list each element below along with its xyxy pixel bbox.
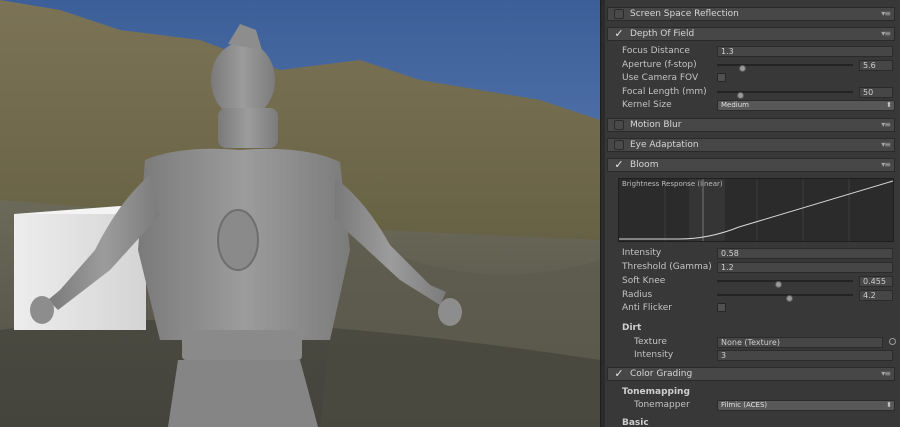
kernel-size-dropdown[interactable]: Medium ⬍ xyxy=(717,99,895,111)
focal-length-slider-handle[interactable] xyxy=(737,92,745,99)
soft-knee-slider-handle[interactable] xyxy=(774,281,782,288)
soft-knee-label: Soft Knee xyxy=(622,276,666,286)
aperture-label: Aperture (f-stop) xyxy=(622,60,697,70)
row-anti-flicker: Anti Flicker xyxy=(607,302,895,314)
section-title: Color Grading xyxy=(630,369,693,379)
tonemapper-label: Tonemapper xyxy=(634,400,690,410)
dirt-heading: Dirt xyxy=(622,323,642,333)
threshold-label: Threshold (Gamma) xyxy=(622,262,712,272)
toggle-eye-adaptation[interactable] xyxy=(614,140,624,150)
row-threshold: Threshold (Gamma) 1.2 xyxy=(607,261,895,273)
section-title: Screen Space Reflection xyxy=(630,9,739,19)
row-tonemapping-heading: Tonemapping xyxy=(607,386,895,398)
bloom-intensity-label: Intensity xyxy=(622,248,662,258)
curve-title: Brightness Response (linear) xyxy=(622,180,723,188)
object-picker-icon[interactable] xyxy=(889,338,896,345)
brightness-response-curve: Brightness Response (linear) xyxy=(618,178,894,242)
soft-knee-slider[interactable] xyxy=(717,280,853,288)
panel-gutter xyxy=(601,0,605,427)
row-kernel-size: Kernel Size Medium ⬍ xyxy=(607,99,895,111)
aperture-field[interactable]: 5.6 xyxy=(859,59,893,71)
section-menu-icon[interactable]: ▾≡ xyxy=(881,369,891,378)
use-camera-fov-checkbox[interactable] xyxy=(717,73,726,82)
section-eye-adaptation[interactable]: Eye Adaptation ▾≡ xyxy=(607,138,895,152)
row-radius: Radius 4.2 xyxy=(607,289,895,302)
radius-field[interactable]: 4.2 xyxy=(859,289,893,301)
focal-length-slider[interactable] xyxy=(717,91,853,99)
section-title: Depth Of Field xyxy=(630,29,695,39)
row-soft-knee: Soft Knee 0.455 xyxy=(607,275,895,288)
row-focal-length: Focal Length (mm) 50 xyxy=(607,86,895,99)
section-depth-of-field[interactable]: ✓ Depth Of Field ▾≡ xyxy=(607,27,895,41)
scene-viewport[interactable] xyxy=(0,0,600,427)
section-menu-icon[interactable]: ▾≡ xyxy=(881,160,891,169)
soft-knee-field[interactable]: 0.455 xyxy=(859,275,893,287)
dirt-intensity-field[interactable]: 3 xyxy=(717,349,893,361)
checkmark-icon[interactable]: ✓ xyxy=(614,159,624,170)
section-menu-icon[interactable]: ▾≡ xyxy=(881,120,891,129)
use-camera-fov-label: Use Camera FOV xyxy=(622,73,699,83)
row-dirt-intensity: Intensity 3 xyxy=(607,349,895,361)
bloom-intensity-field[interactable]: 0.58 xyxy=(717,247,893,259)
section-color-grading[interactable]: ✓ Color Grading ▾≡ xyxy=(607,367,895,381)
section-title: Motion Blur xyxy=(630,120,682,130)
threshold-field[interactable]: 1.2 xyxy=(717,261,893,273)
dropdown-arrow-icon: ⬍ xyxy=(886,100,892,109)
tonemapper-value: Filmic (ACES) xyxy=(721,400,768,409)
dirt-intensity-label: Intensity xyxy=(634,350,674,360)
row-focus-distance: Focus Distance 1.3 xyxy=(607,45,895,57)
toggle-motion-blur[interactable] xyxy=(614,120,624,130)
row-tonemapper: Tonemapper Filmic (ACES) ⬍ xyxy=(607,399,895,411)
tonemapper-dropdown[interactable]: Filmic (ACES) ⬍ xyxy=(717,399,895,411)
section-title: Bloom xyxy=(630,160,659,170)
row-basic-heading: Basic xyxy=(607,417,895,427)
section-menu-icon[interactable]: ▾≡ xyxy=(881,140,891,149)
row-bloom-intensity: Intensity 0.58 xyxy=(607,247,895,259)
section-menu-icon[interactable]: ▾≡ xyxy=(881,29,891,38)
section-menu-icon[interactable]: ▾≡ xyxy=(881,9,891,18)
checkmark-icon[interactable]: ✓ xyxy=(614,368,624,379)
tonemapping-heading: Tonemapping xyxy=(622,387,690,397)
focus-distance-label: Focus Distance xyxy=(622,46,690,56)
basic-heading: Basic xyxy=(622,418,649,427)
anti-flicker-checkbox[interactable] xyxy=(717,303,726,312)
row-use-camera-fov: Use Camera FOV xyxy=(607,72,895,84)
section-motion-blur[interactable]: Motion Blur ▾≡ xyxy=(607,118,895,132)
focus-distance-field[interactable]: 1.3 xyxy=(717,45,893,57)
dropdown-arrow-icon: ⬍ xyxy=(886,400,892,409)
row-dirt-heading: Dirt xyxy=(607,322,895,334)
dirt-texture-field[interactable]: None (Texture) xyxy=(717,336,883,348)
aperture-slider[interactable] xyxy=(717,64,853,72)
kernel-size-label: Kernel Size xyxy=(622,100,672,110)
radius-slider[interactable] xyxy=(717,294,853,302)
kernel-size-value: Medium xyxy=(721,100,749,109)
row-aperture: Aperture (f-stop) 5.6 xyxy=(607,59,895,72)
focal-length-label: Focal Length (mm) xyxy=(622,87,707,97)
section-title: Eye Adaptation xyxy=(630,140,699,150)
dirt-texture-label: Texture xyxy=(634,337,667,347)
radius-label: Radius xyxy=(622,290,653,300)
section-bloom[interactable]: ✓ Bloom ▾≡ xyxy=(607,158,895,172)
anti-flicker-label: Anti Flicker xyxy=(622,303,673,313)
focal-length-field[interactable]: 50 xyxy=(859,86,893,98)
aperture-slider-handle[interactable] xyxy=(738,65,746,72)
scene-render xyxy=(0,0,600,427)
toggle-ssr[interactable] xyxy=(614,9,624,19)
checkmark-icon[interactable]: ✓ xyxy=(614,28,624,39)
section-screen-space-reflection[interactable]: Screen Space Reflection ▾≡ xyxy=(607,7,895,21)
radius-slider-handle[interactable] xyxy=(786,295,794,302)
row-dirt-texture: Texture None (Texture) xyxy=(607,336,896,348)
curve-graph xyxy=(619,179,894,241)
